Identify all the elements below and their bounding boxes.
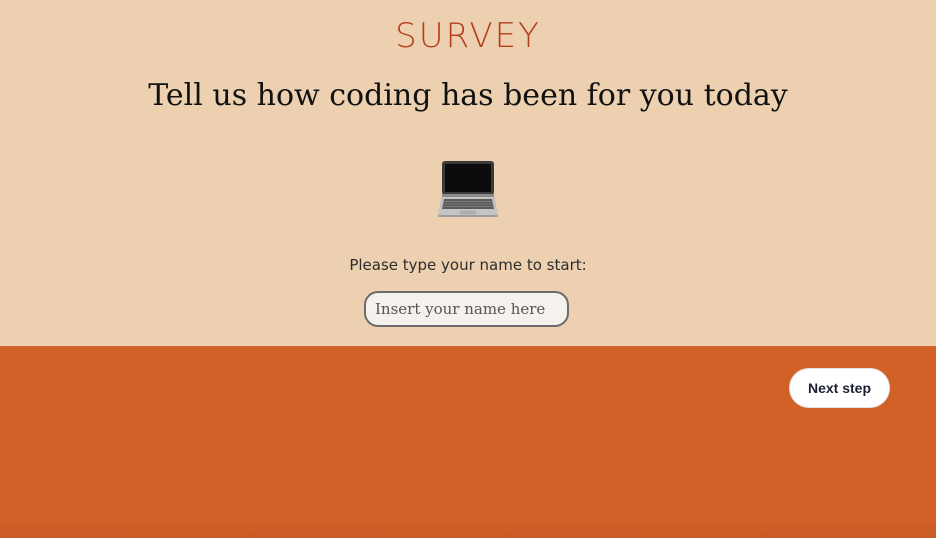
page-title: SURVEY xyxy=(395,16,541,56)
name-input[interactable] xyxy=(364,291,569,327)
survey-header-section: SURVEY Tell us how coding has been for y… xyxy=(0,0,936,346)
name-prompt-label: Please type your name to start: xyxy=(349,256,587,274)
survey-headline: Tell us how coding has been for you toda… xyxy=(148,78,788,113)
laptop-icon xyxy=(438,161,498,217)
next-step-button[interactable]: Next step xyxy=(789,368,890,408)
